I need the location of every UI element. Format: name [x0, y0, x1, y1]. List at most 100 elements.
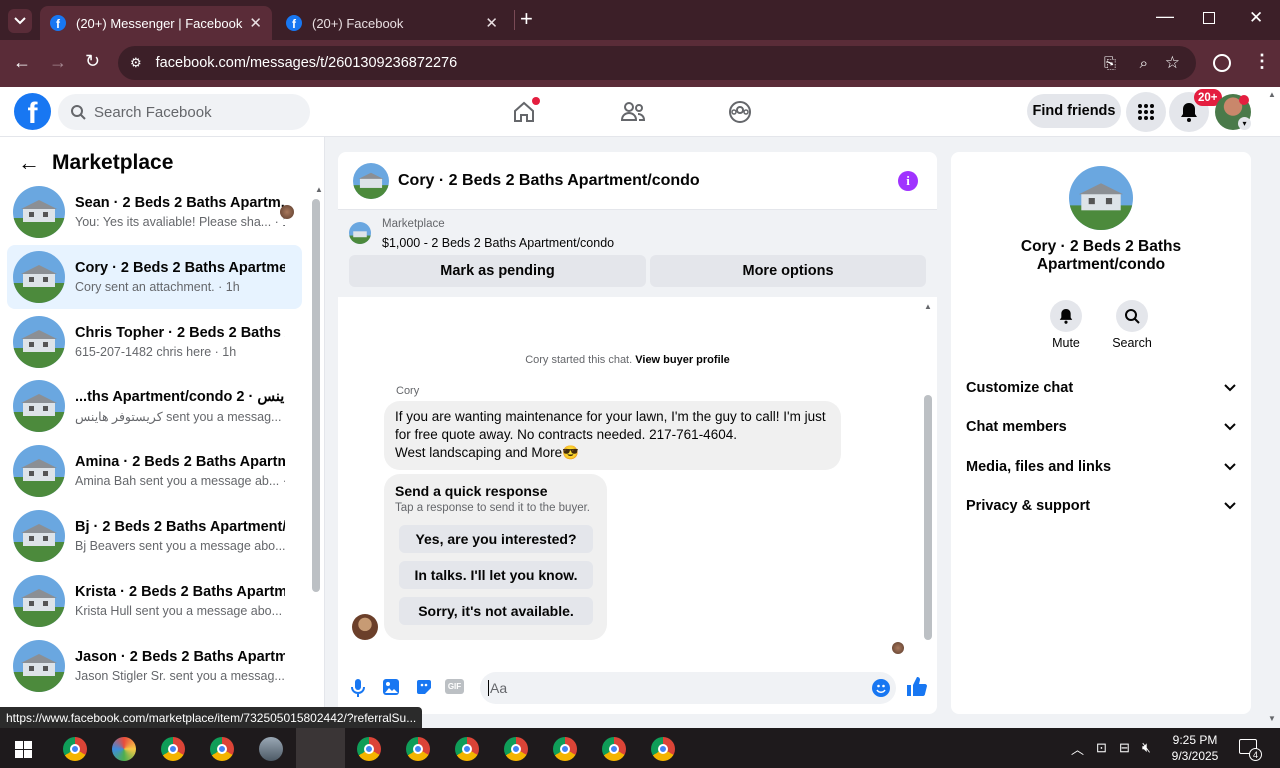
- conversation-name: Bj · 2 Beds 2 Baths Apartment/c...: [75, 519, 285, 535]
- tray-chevron-up-icon[interactable]: ︿: [1071, 739, 1084, 758]
- quick-reply-yes-button[interactable]: Yes, are you interested?: [399, 525, 593, 553]
- taskbar-chrome-profile-icon[interactable]: [161, 737, 185, 761]
- restore-button[interactable]: [1203, 12, 1215, 24]
- home-nav-icon[interactable]: [511, 97, 540, 125]
- tray-device-icon[interactable]: ⊡: [1096, 740, 1107, 756]
- taskbar-chrome-profile-icon[interactable]: [357, 737, 381, 761]
- message-area: Cory started this chat. View buyer profi…: [338, 297, 937, 662]
- details-title: Cory · 2 Beds 2 Baths Apartment/condo: [1020, 238, 1182, 273]
- message-scrollbar[interactable]: [924, 395, 932, 640]
- tab-messenger[interactable]: f (20+) Messenger | Facebook ✕: [40, 6, 272, 40]
- friends-nav-icon[interactable]: [619, 99, 647, 125]
- close-tab-icon[interactable]: ✕: [485, 14, 498, 32]
- zoom-icon[interactable]: ⌕: [1140, 55, 1148, 72]
- close-window-button[interactable]: ✕: [1249, 8, 1263, 28]
- scroll-up-arrow[interactable]: ▲: [924, 302, 932, 311]
- conversation-avatar: [13, 445, 65, 498]
- search-label: Search: [1112, 336, 1152, 350]
- facebook-logo-icon[interactable]: f: [14, 93, 51, 130]
- like-thumb-icon[interactable]: [906, 676, 927, 697]
- back-arrow-icon[interactable]: ←: [18, 150, 40, 176]
- tab-search-button[interactable]: [8, 9, 32, 33]
- install-app-icon[interactable]: ⎘: [1104, 55, 1116, 72]
- conversation-scrollbar[interactable]: [312, 199, 320, 592]
- quick-reply-talks-button[interactable]: In talks. I'll let you know.: [399, 561, 593, 589]
- taskbar-paint-icon[interactable]: [112, 737, 136, 761]
- taskbar-chrome-profile-icon[interactable]: [553, 737, 577, 761]
- conversation-avatar: [13, 510, 65, 562]
- conversation-item[interactable]: Bj · 2 Beds 2 Baths Apartment/c... Bj Bea…: [7, 504, 302, 568]
- minimize-button[interactable]: —: [1156, 6, 1174, 27]
- chat-members-section[interactable]: Chat members: [966, 408, 1236, 446]
- back-button[interactable]: ←: [13, 52, 31, 73]
- find-friends-button[interactable]: Find friends: [1027, 94, 1121, 128]
- mark-pending-button[interactable]: Mark as pending: [349, 255, 646, 287]
- kebab-menu-icon[interactable]: ⋮: [1253, 51, 1271, 72]
- volume-muted-icon[interactable]: 🔇︎: [1142, 739, 1151, 756]
- conversation-item[interactable]: ...ths Apartment/condo 2 · هاينس كريستوفر…: [7, 374, 302, 438]
- page-scroll-down-arrow[interactable]: ▼: [1268, 714, 1276, 723]
- taskbar-game-icon[interactable]: [259, 737, 283, 761]
- listing-thumbnail[interactable]: [349, 222, 371, 244]
- emoji-icon[interactable]: [872, 679, 890, 697]
- taskbar-chrome-profile-icon[interactable]: [504, 737, 528, 761]
- listing-label: Marketplace: [382, 218, 445, 230]
- info-icon[interactable]: i: [898, 171, 918, 191]
- quick-response-title: Send a quick response: [395, 483, 548, 499]
- view-buyer-profile-link[interactable]: View buyer profile: [635, 354, 730, 366]
- conversation-item[interactable]: Jason · 2 Beds 2 Baths Apartme... Jason S…: [7, 634, 302, 698]
- chat-started-notice: Cory started this chat. View buyer profi…: [525, 354, 730, 366]
- network-icon[interactable]: ⊟: [1119, 740, 1130, 756]
- microphone-icon[interactable]: [351, 678, 365, 698]
- system-clock[interactable]: 9:25 PM 9/3/2025: [1165, 732, 1225, 764]
- tab-facebook[interactable]: f (20+) Facebook ✕: [276, 6, 508, 40]
- message-input[interactable]: Aa: [480, 672, 896, 704]
- sender-avatar[interactable]: [352, 614, 378, 640]
- conversation-item[interactable]: Cory · 2 Beds 2 Baths Apartmen... Cory se…: [7, 244, 302, 309]
- windows-start-icon[interactable]: [15, 741, 32, 758]
- conversation-item[interactable]: Chris Topher · 2 Beds 2 Baths Ap... 615-2…: [7, 310, 302, 374]
- page-scroll-up-arrow[interactable]: ▲: [1268, 90, 1276, 99]
- sticker-icon[interactable]: [415, 678, 433, 696]
- conversation-name: Chris Topher · 2 Beds 2 Baths Ap...: [75, 324, 285, 341]
- mute-button[interactable]: [1050, 300, 1082, 332]
- media-files-section[interactable]: Media, files and links: [966, 448, 1236, 486]
- message-bubble[interactable]: If you are wanting maintenance for your …: [384, 401, 841, 470]
- details-avatar[interactable]: [1069, 166, 1133, 230]
- profile-icon[interactable]: [1213, 54, 1231, 72]
- conversation-item[interactable]: Amina · 2 Beds 2 Baths Apartme... Amina B…: [7, 439, 302, 503]
- facebook-favicon-icon: f: [50, 15, 66, 31]
- taskbar-chrome-profile-icon[interactable]: [602, 737, 626, 761]
- chat-title[interactable]: Cory · 2 Beds 2 Baths Apartment/condo: [398, 172, 700, 190]
- privacy-support-section[interactable]: Privacy & support: [966, 487, 1236, 525]
- gif-icon[interactable]: GIF: [445, 679, 464, 694]
- quick-reply-sorry-button[interactable]: Sorry, it's not available.: [399, 597, 593, 625]
- conversation-item[interactable]: Krista · 2 Beds 2 Baths Apartme... Krista…: [7, 569, 302, 633]
- address-bar[interactable]: ⚙ facebook.com/messages/t/26013092368722…: [118, 46, 1196, 80]
- taskbar-chrome-profile-icon[interactable]: [210, 737, 234, 761]
- chat-avatar[interactable]: [353, 162, 389, 199]
- bookmark-star-icon[interactable]: ☆: [1165, 53, 1180, 73]
- photo-icon[interactable]: [382, 678, 400, 696]
- search-input[interactable]: Search Facebook: [58, 94, 310, 130]
- account-chevron-icon[interactable]: ▾: [1238, 117, 1251, 130]
- taskbar-chrome-profile-icon[interactable]: [455, 737, 479, 761]
- close-tab-icon[interactable]: ✕: [249, 14, 262, 32]
- scroll-up-arrow[interactable]: ▲: [315, 185, 323, 194]
- forward-button[interactable]: →: [49, 52, 67, 73]
- read-receipt-avatar: [892, 642, 904, 654]
- site-info-icon[interactable]: ⚙: [130, 55, 142, 71]
- customize-chat-section[interactable]: Customize chat: [966, 369, 1236, 407]
- groups-nav-icon[interactable]: [727, 99, 753, 125]
- conversation-item[interactable]: Sean · 2 Beds 2 Baths Apartm... You: Yes …: [7, 180, 302, 244]
- reload-button[interactable]: ↻: [85, 51, 100, 72]
- taskbar-chrome-icon[interactable]: [63, 737, 87, 761]
- listing-price[interactable]: $1,000 - 2 Beds 2 Baths Apartment/condo: [382, 236, 614, 250]
- quick-response-card: Send a quick response Tap a response to …: [384, 474, 607, 640]
- taskbar-chrome-profile-icon[interactable]: [406, 737, 430, 761]
- taskbar-chrome-profile-icon[interactable]: [651, 737, 675, 761]
- menu-grid-button[interactable]: [1126, 92, 1166, 132]
- more-options-button[interactable]: More options: [650, 255, 926, 287]
- new-tab-button[interactable]: +: [520, 6, 533, 32]
- search-chat-button[interactable]: [1116, 300, 1148, 332]
